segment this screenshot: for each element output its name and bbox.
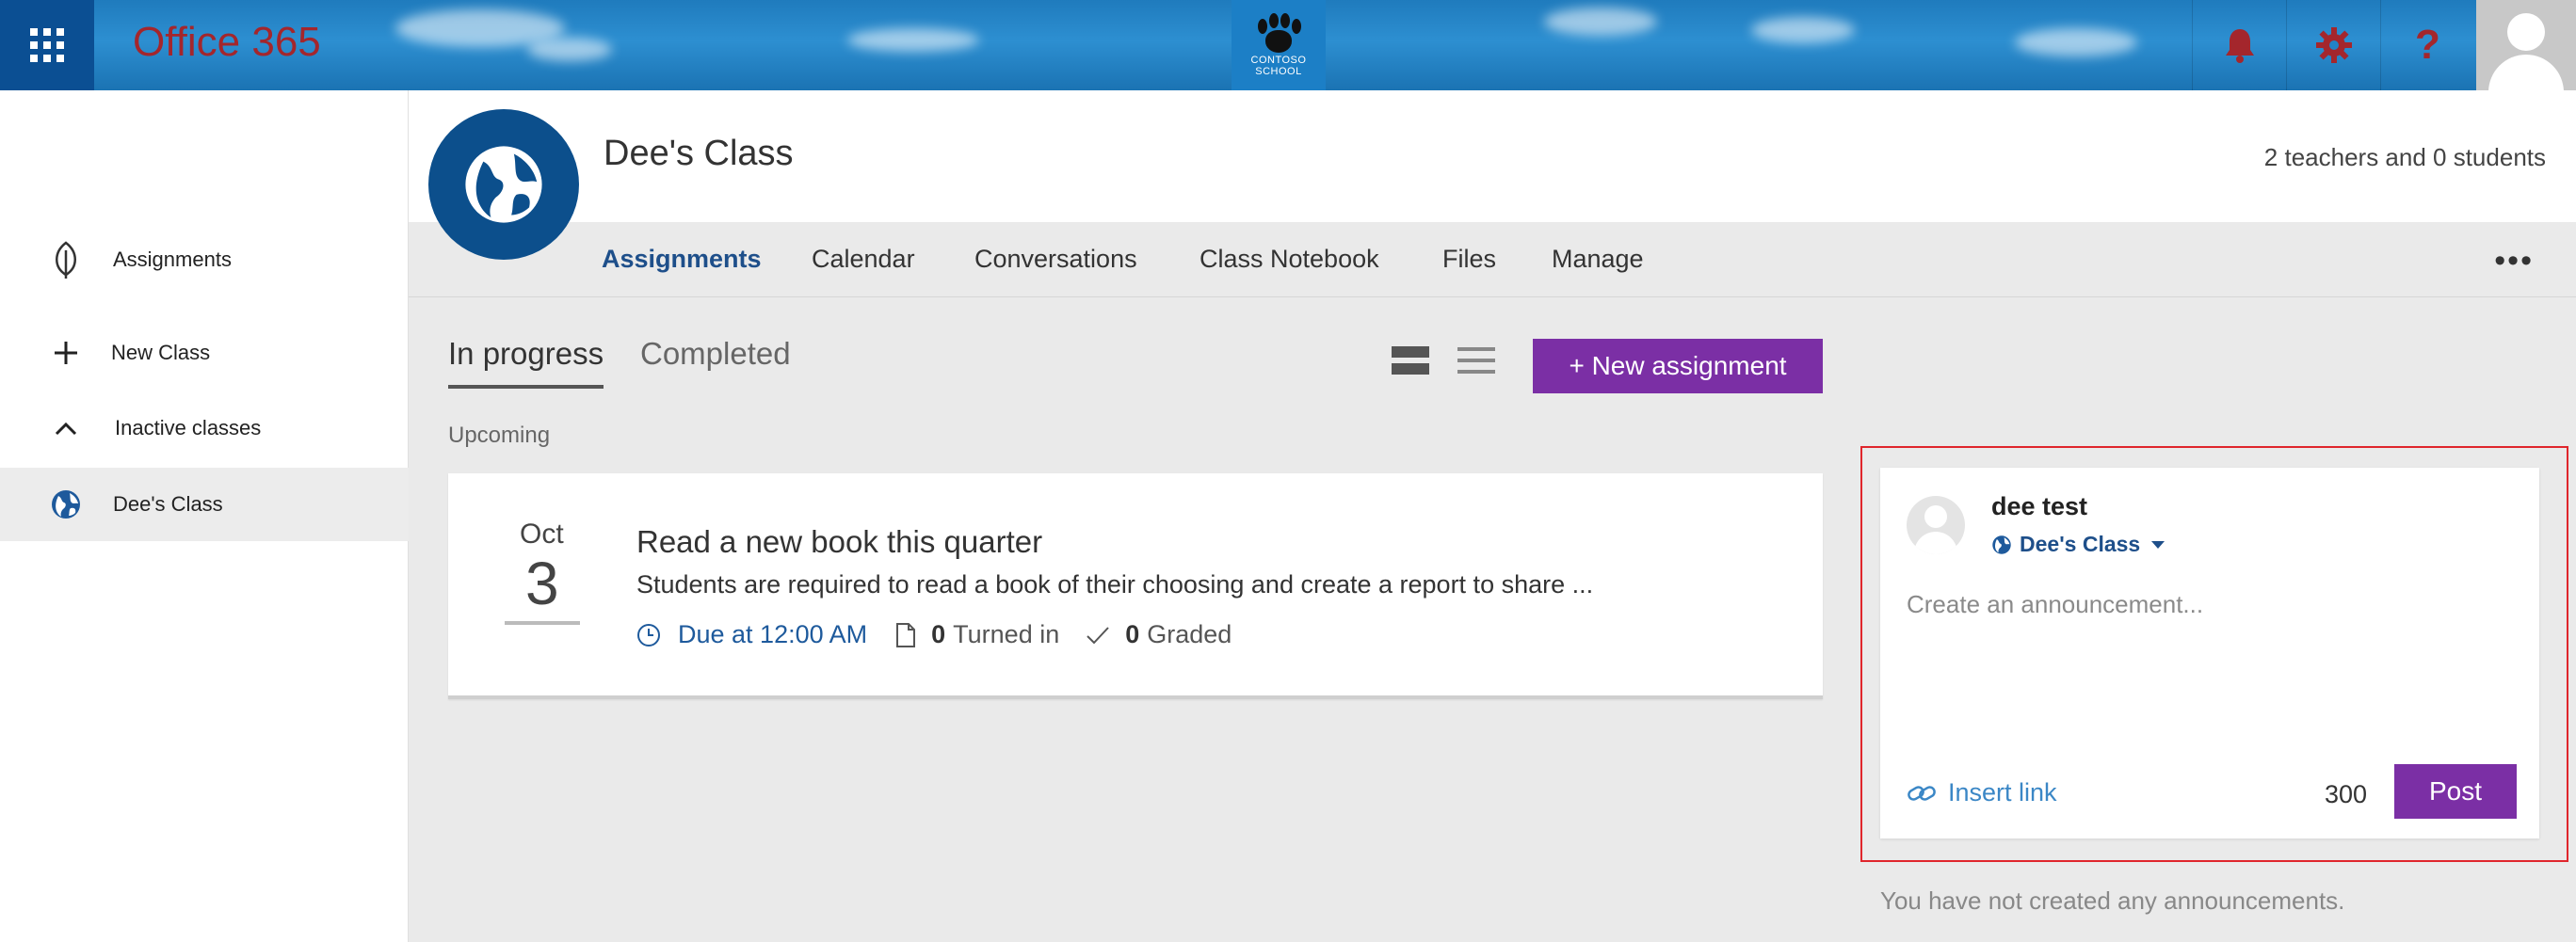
- sky-decoration: [847, 28, 979, 52]
- sidebar-item-assignments[interactable]: Assignments: [0, 223, 409, 296]
- settings-button[interactable]: [2286, 0, 2380, 90]
- sky-decoration: [2015, 28, 2137, 56]
- date-underline: [505, 621, 580, 625]
- new-assignment-button[interactable]: + New assignment: [1533, 339, 1823, 393]
- school-logo: CONTOSO SCHOOL: [1232, 0, 1326, 90]
- subtab-in-progress[interactable]: In progress: [448, 336, 604, 389]
- turned-in-count: 0: [931, 620, 946, 648]
- announcement-class-label: Dee's Class: [2020, 532, 2141, 556]
- class-avatar: [428, 109, 579, 260]
- sky-decoration: [527, 38, 612, 61]
- card-view-button[interactable]: [1390, 344, 1431, 376]
- notifications-button[interactable]: [2192, 0, 2286, 90]
- paw-icon: [1250, 13, 1307, 55]
- logo-text-line1: CONTOSO: [1250, 55, 1307, 66]
- subtab-completed[interactable]: Completed: [640, 336, 791, 372]
- post-button[interactable]: Post: [2394, 764, 2517, 819]
- due-time: Due at 12:00 AM: [678, 620, 868, 648]
- assignment-title[interactable]: Read a new book this quarter: [636, 524, 1042, 560]
- suite-bar: Office 365 CONTOSO SCHOOL ?: [0, 0, 2576, 90]
- due-month: Oct: [520, 519, 564, 550]
- sidebar-item-inactive-classes[interactable]: Inactive classes: [0, 391, 409, 465]
- class-header: Dee's Class 2 teachers and 0 students: [409, 90, 2576, 222]
- logo-text-line2: SCHOOL: [1255, 66, 1302, 77]
- avatar: [1907, 496, 1965, 554]
- bell-icon: [2225, 29, 2254, 63]
- sidebar-item-new-class[interactable]: New Class: [0, 316, 409, 390]
- tab-class-notebook[interactable]: Class Notebook: [1199, 245, 1379, 274]
- left-navigation: Assignments New Class Inactive classes D…: [0, 90, 409, 942]
- help-button[interactable]: ?: [2380, 0, 2474, 90]
- assignment-description: Students are required to read a book of …: [636, 570, 1594, 599]
- app-launcher-button[interactable]: [0, 0, 94, 90]
- brand-title[interactable]: Office 365: [133, 19, 321, 66]
- checkmark-icon: [1087, 626, 1109, 644]
- insert-link-label: Insert link: [1948, 778, 2057, 806]
- user-avatar-icon: [1924, 505, 1947, 528]
- link-icon: [1908, 785, 1936, 801]
- sidebar-item-label: New Class: [111, 341, 211, 364]
- sidebar-item-dees-class[interactable]: Dee's Class: [0, 468, 409, 541]
- tab-files[interactable]: Files: [1442, 245, 1496, 274]
- graded-count: 0: [1125, 620, 1140, 648]
- chevron-up-icon: [47, 409, 85, 447]
- more-options-button[interactable]: •••: [2494, 243, 2534, 279]
- graded-label: Graded: [1147, 620, 1232, 648]
- globe-icon: [47, 486, 85, 523]
- leaf-icon: [47, 241, 85, 279]
- user-avatar-icon: [2507, 13, 2545, 51]
- document-icon: [896, 622, 916, 647]
- tab-manage[interactable]: Manage: [1552, 245, 1644, 274]
- globe-icon: [1992, 535, 2011, 554]
- announcement-author: dee test: [1991, 492, 2088, 520]
- class-members-count[interactable]: 2 teachers and 0 students: [2264, 143, 2546, 172]
- assignment-card[interactable]: Oct 3 Read a new book this quarter Stude…: [448, 473, 1823, 699]
- tab-conversations[interactable]: Conversations: [974, 245, 1137, 274]
- card-view-icon: [1392, 346, 1429, 375]
- announcement-composer: dee test Dee's Class Insert link 300 Pos…: [1880, 468, 2539, 838]
- waffle-icon: [30, 28, 64, 62]
- character-counter: 300: [2325, 780, 2368, 808]
- sky-decoration: [1751, 17, 1855, 43]
- tab-calendar[interactable]: Calendar: [812, 245, 915, 274]
- announcement-class-dropdown[interactable]: Dee's Class: [1991, 532, 2166, 557]
- clock-icon: [637, 623, 660, 647]
- sky-decoration: [1544, 8, 1657, 36]
- list-view-button[interactable]: [1456, 344, 1497, 376]
- globe-icon: [465, 146, 542, 223]
- sidebar-item-label: Assignments: [113, 247, 232, 271]
- plus-icon: [47, 334, 85, 372]
- due-day: 3: [525, 550, 559, 617]
- help-icon: ?: [2415, 22, 2440, 68]
- announcements-empty-message: You have not created any announcements.: [1880, 886, 2345, 915]
- sidebar-item-label: Dee's Class: [113, 492, 223, 516]
- user-avatar-button[interactable]: [2476, 0, 2576, 90]
- class-tabs: Assignments Calendar Conversations Class…: [409, 222, 2576, 297]
- section-label-upcoming: Upcoming: [448, 423, 551, 448]
- announcement-input[interactable]: [1907, 590, 2509, 731]
- assignment-meta: Due at 12:00 AM 0 Turned in 0 Graded: [636, 620, 1258, 649]
- list-view-icon: [1457, 347, 1495, 374]
- sidebar-item-label: Inactive classes: [115, 416, 262, 439]
- tab-assignments[interactable]: Assignments: [602, 245, 762, 274]
- caret-down-icon: [2151, 540, 2165, 549]
- turned-in-label: Turned in: [953, 620, 1060, 648]
- insert-link-button[interactable]: Insert link: [1907, 778, 2057, 807]
- page-title: Dee's Class: [604, 134, 794, 173]
- gear-icon: [2315, 27, 2352, 63]
